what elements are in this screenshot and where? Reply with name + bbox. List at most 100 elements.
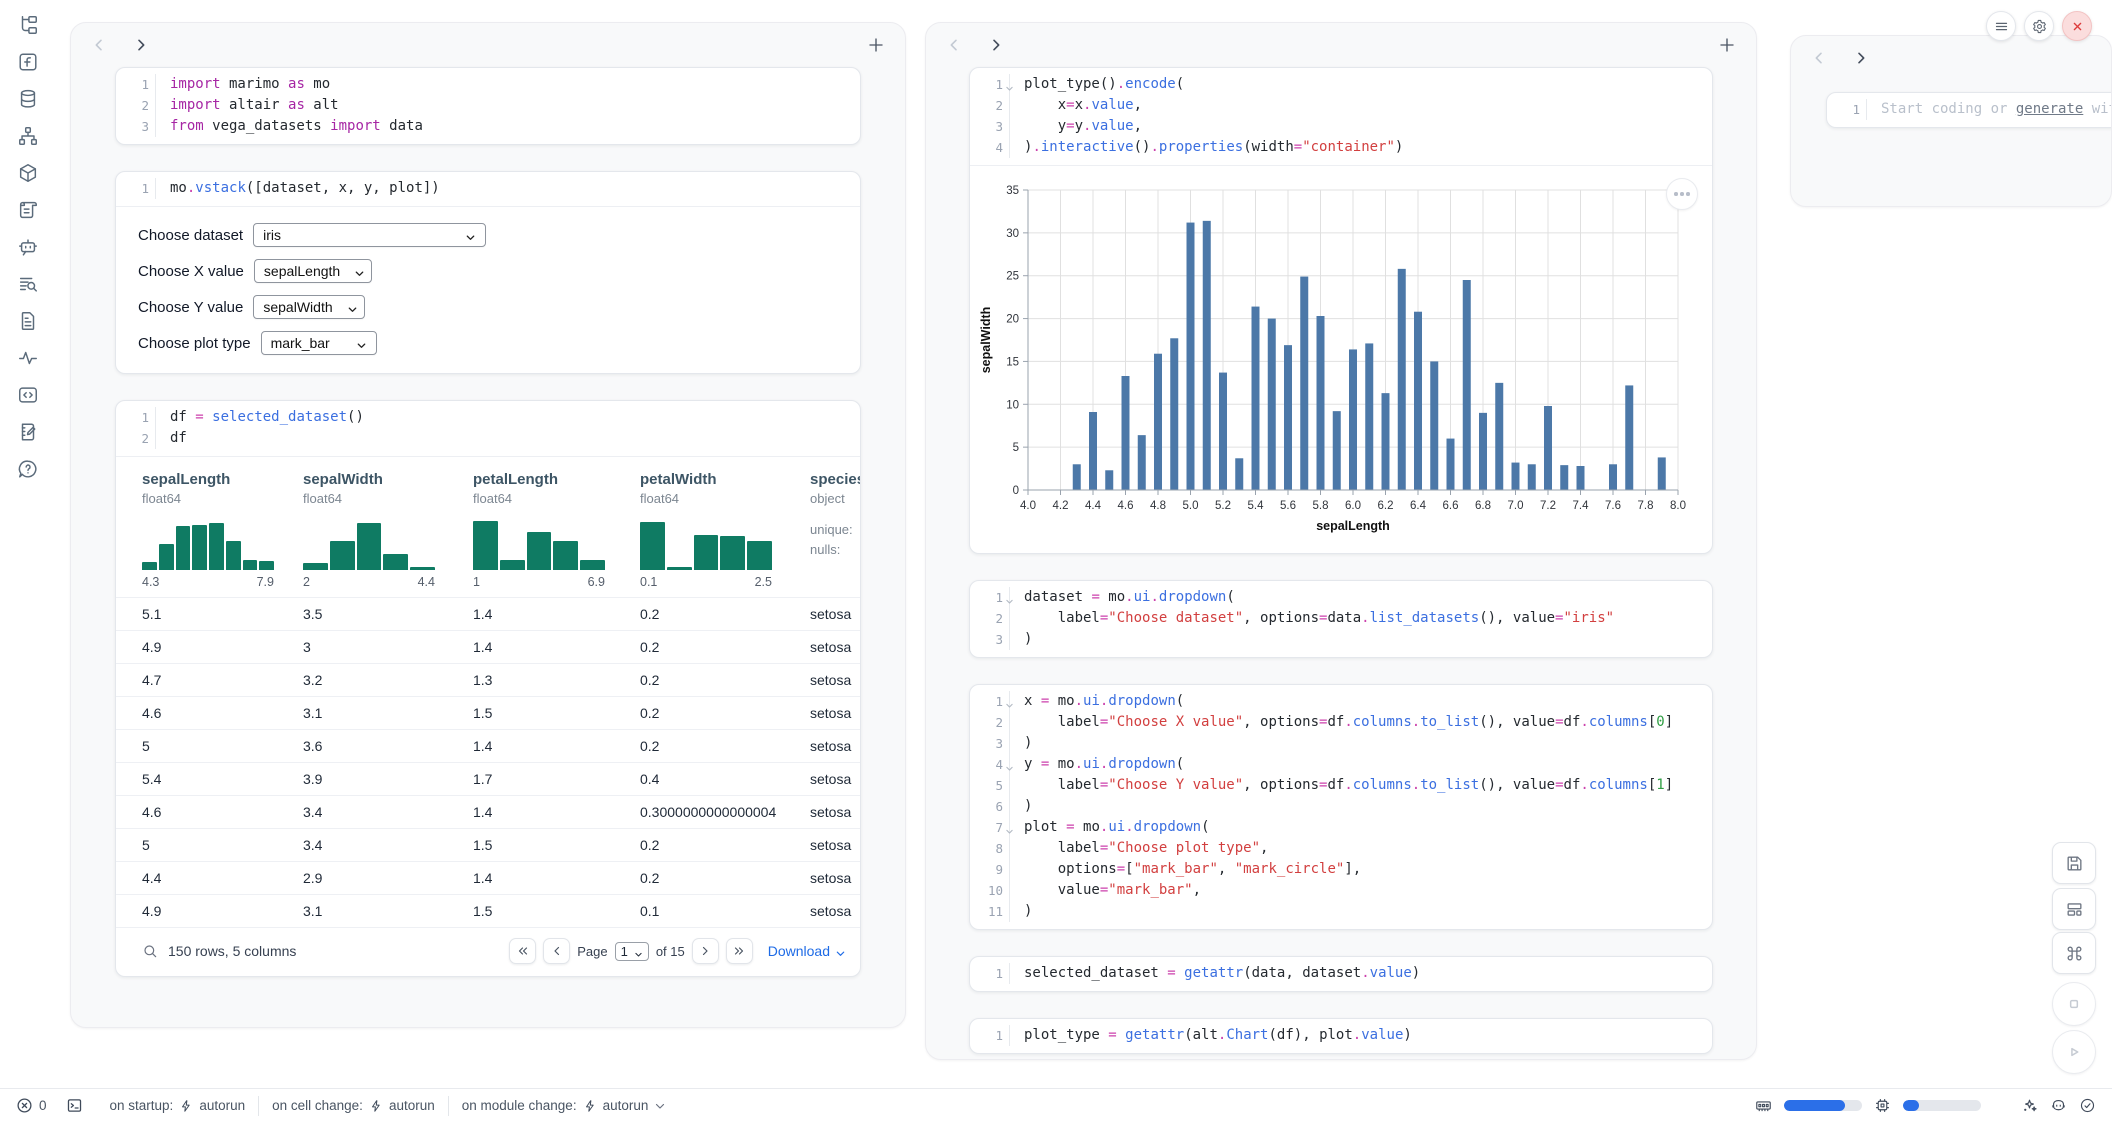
copilot-icon[interactable] <box>2050 1097 2067 1114</box>
download-button[interactable]: Download <box>768 943 846 959</box>
code-line[interactable]: 8 label="Choose plot type", <box>970 838 1712 859</box>
table-row[interactable]: 4.931.40.2setosa <box>116 630 860 663</box>
menu-button[interactable] <box>1986 11 2016 41</box>
code-line[interactable]: 4).interactive().properties(width="conta… <box>970 137 1712 158</box>
errors-icon[interactable] <box>16 1097 33 1114</box>
run-button[interactable] <box>2052 1030 2096 1074</box>
column-forward-icon[interactable] <box>988 37 1004 53</box>
column-histogram[interactable] <box>142 518 274 570</box>
cell-selected-dataset[interactable]: 1selected_dataset = getattr(data, datase… <box>969 956 1713 992</box>
table-row[interactable]: 5.13.51.40.2setosa <box>116 597 860 630</box>
table-row[interactable]: 4.93.11.50.1setosa <box>116 894 860 927</box>
generate-with-ai-link[interactable]: generate <box>2016 101 2083 117</box>
code-line[interactable]: 11) <box>970 901 1712 922</box>
save-button[interactable] <box>2052 842 2096 884</box>
column-histogram[interactable] <box>473 518 605 570</box>
table-row[interactable]: 53.41.50.2setosa <box>116 828 860 861</box>
on-module-change-setting[interactable]: on module change: autorun <box>462 1098 667 1113</box>
connection-status-icon[interactable] <box>2079 1097 2096 1114</box>
tracing-icon[interactable] <box>17 347 39 369</box>
table-row[interactable]: 4.63.41.40.3000000000000004setosa <box>116 795 860 828</box>
code-line[interactable]: 10 value="mark_bar", <box>970 880 1712 901</box>
code-line[interactable]: 1import marimo as mo <box>116 74 860 95</box>
page-select[interactable]: 1 <box>615 942 649 961</box>
code-line[interactable]: 2df <box>116 428 860 449</box>
table-column-header[interactable]: sepalLengthfloat644.37.9 <box>142 471 303 589</box>
code-line[interactable]: 9 options=["mark_bar", "mark_circle"], <box>970 859 1712 880</box>
column-forward-icon[interactable] <box>1853 50 1869 66</box>
code-line[interactable]: 1df = selected_dataset() <box>116 407 860 428</box>
column-histogram[interactable] <box>303 518 435 570</box>
code-line[interactable]: 2 label="Choose dataset", options=data.l… <box>970 608 1712 629</box>
keyboard-shortcuts-button[interactable] <box>2052 932 2096 974</box>
code-line[interactable]: 1x = mo.ui.dropdown( <box>970 691 1712 712</box>
search-icon[interactable] <box>142 943 158 959</box>
logs-icon[interactable] <box>17 273 39 295</box>
fold-chevron-icon[interactable] <box>1005 821 1014 830</box>
code-line[interactable]: 1plot_type = getattr(alt.Chart(df), plot… <box>970 1025 1712 1046</box>
table-row[interactable]: 4.73.21.30.2setosa <box>116 663 860 696</box>
table-row[interactable]: 4.63.11.50.2setosa <box>116 696 860 729</box>
fold-chevron-icon[interactable] <box>1005 78 1014 87</box>
code-line[interactable]: 3) <box>970 733 1712 754</box>
choose-plot-type-select[interactable]: mark_bar <box>261 331 377 355</box>
add-column-button[interactable] <box>867 36 885 54</box>
code-line[interactable]: 2import altair as alt <box>116 95 860 116</box>
cell-new-empty[interactable]: 1 Start coding or generate with <box>1826 92 2112 128</box>
stop-button[interactable] <box>2052 982 2096 1026</box>
code-line[interactable]: 1selected_dataset = getattr(data, datase… <box>970 963 1712 984</box>
package-icon[interactable] <box>17 162 39 184</box>
code-line[interactable]: 1dataset = mo.ui.dropdown( <box>970 587 1712 608</box>
terminal-icon[interactable] <box>66 1097 83 1114</box>
close-button[interactable] <box>2062 11 2092 41</box>
bar-chart[interactable]: 051015202530354.04.24.44.64.85.05.25.45.… <box>976 176 1708 544</box>
editor-placeholder[interactable]: Start coding or generate with <box>1867 99 2112 120</box>
table-column-header[interactable]: sepalWidthfloat6424.4 <box>303 471 473 589</box>
cell-dataset-dropdown[interactable]: 1dataset = mo.ui.dropdown(2 label="Choos… <box>969 580 1713 658</box>
code-line[interactable]: 3from vega_datasets import data <box>116 116 860 137</box>
last-page-button[interactable] <box>726 938 753 964</box>
on-startup-setting[interactable]: on startup: autorun <box>110 1098 246 1113</box>
column-forward-icon[interactable] <box>133 37 149 53</box>
file-tree-icon[interactable] <box>17 14 39 36</box>
cell-plot-type[interactable]: 1plot_type = getattr(alt.Chart(df), plot… <box>969 1018 1713 1054</box>
table-column-header[interactable]: speciesobjectunique:nulls: <box>810 471 860 589</box>
chart-menu-button[interactable] <box>1666 178 1698 210</box>
choose-y-value-select[interactable]: sepalWidth <box>253 295 365 319</box>
code-line[interactable]: 3) <box>970 629 1712 650</box>
snippets-icon[interactable] <box>17 384 39 406</box>
scratchpad-icon[interactable] <box>17 199 39 221</box>
cell-xy-plot-dropdowns[interactable]: 1x = mo.ui.dropdown(2 label="Choose X va… <box>969 684 1713 930</box>
code-line[interactable]: 2 label="Choose X value", options=df.col… <box>970 712 1712 733</box>
code-line[interactable]: 1mo.vstack([dataset, x, y, plot]) <box>116 178 860 199</box>
notebook-icon[interactable] <box>17 421 39 443</box>
cell-vstack[interactable]: 1mo.vstack([dataset, x, y, plot]) Choose… <box>115 171 861 374</box>
cell-plot[interactable]: 1plot_type().encode(2 x=x.value,3 y=y.va… <box>969 67 1713 554</box>
dependency-graph-icon[interactable] <box>17 125 39 147</box>
code-line[interactable]: 3 y=y.value, <box>970 116 1712 137</box>
first-page-button[interactable] <box>509 938 536 964</box>
column-back-icon[interactable] <box>1811 50 1827 66</box>
code-line[interactable]: 4y = mo.ui.dropdown( <box>970 754 1712 775</box>
add-column-button[interactable] <box>1718 36 1736 54</box>
column-histogram[interactable] <box>640 518 772 570</box>
choose-x-value-select[interactable]: sepalLength <box>254 259 372 283</box>
cell-imports[interactable]: 1import marimo as mo2import altair as al… <box>115 67 861 145</box>
cell-dataframe[interactable]: 1df = selected_dataset()2df sepalLengthf… <box>115 400 861 977</box>
code-line[interactable]: 6) <box>970 796 1712 817</box>
next-page-button[interactable] <box>692 938 719 964</box>
table-row[interactable]: 53.61.40.2setosa <box>116 729 860 762</box>
column-back-icon[interactable] <box>91 37 107 53</box>
table-row[interactable]: 4.42.91.40.2setosa <box>116 861 860 894</box>
code-line[interactable]: 7plot = mo.ui.dropdown( <box>970 817 1712 838</box>
prev-page-button[interactable] <box>543 938 570 964</box>
ai-sparkles-icon[interactable] <box>2021 1097 2038 1114</box>
choose-dataset-select[interactable]: iris <box>253 223 486 247</box>
fold-chevron-icon[interactable] <box>1005 695 1014 704</box>
table-column-header[interactable]: petalLengthfloat6416.9 <box>473 471 640 589</box>
code-line[interactable]: 2 x=x.value, <box>970 95 1712 116</box>
help-icon[interactable] <box>17 458 39 480</box>
layout-toggle-button[interactable] <box>2052 888 2096 930</box>
documentation-icon[interactable] <box>17 310 39 332</box>
database-icon[interactable] <box>17 88 39 110</box>
